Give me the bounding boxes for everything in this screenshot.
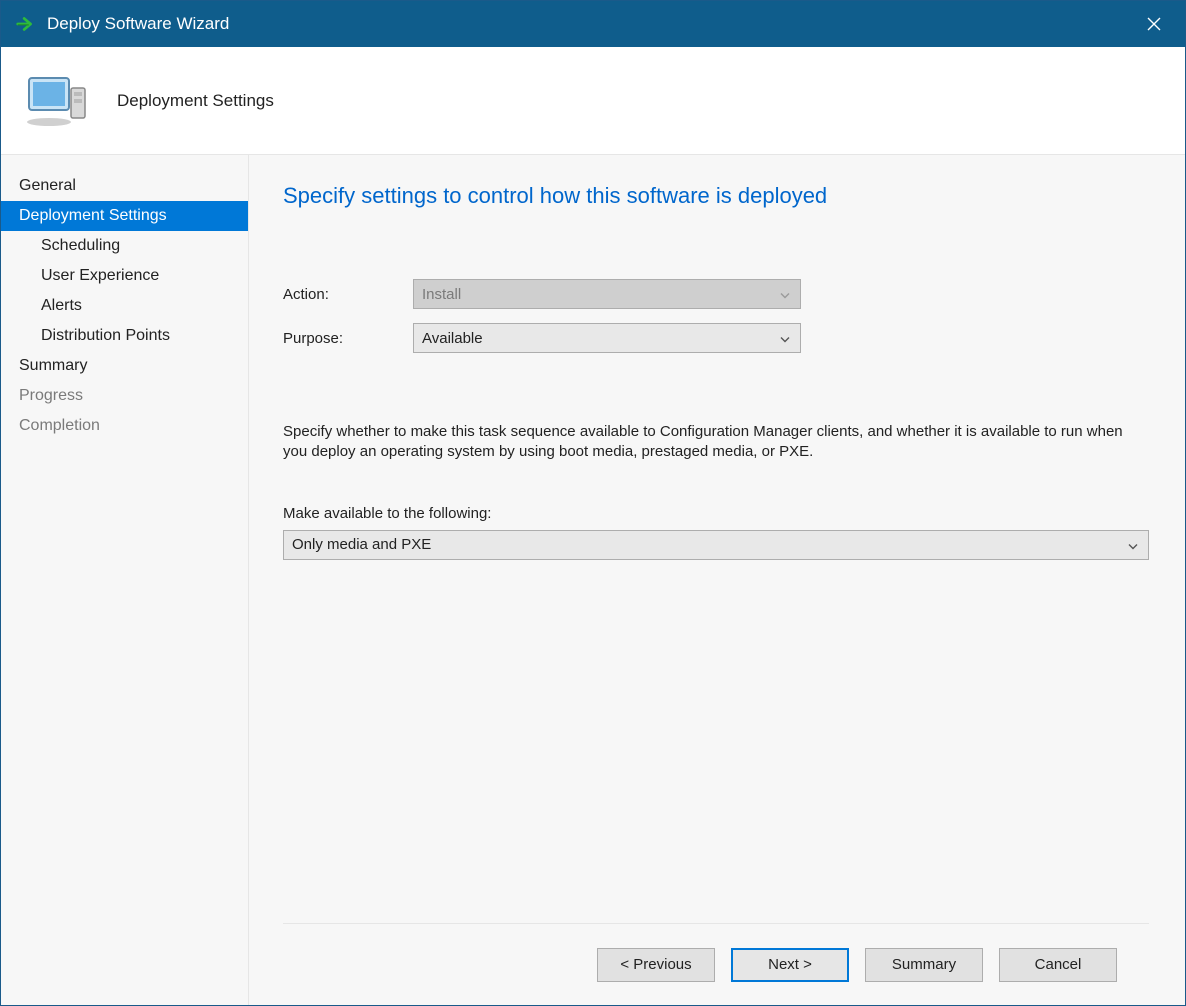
computer-icon — [25, 74, 89, 128]
action-label: Action: — [283, 286, 413, 303]
purpose-row: Purpose: Available — [283, 323, 1149, 353]
summary-button[interactable]: Summary — [865, 948, 983, 982]
nav-deployment-settings[interactable]: Deployment Settings — [1, 201, 248, 231]
nav-completion: Completion — [1, 411, 248, 441]
nav-user-experience[interactable]: User Experience — [1, 261, 248, 291]
nav-distribution-points[interactable]: Distribution Points — [1, 321, 248, 351]
previous-button[interactable]: < Previous — [597, 948, 715, 982]
wizard-sidebar: General Deployment Settings Scheduling U… — [1, 155, 249, 1005]
next-button[interactable]: Next > — [731, 948, 849, 982]
nav-summary[interactable]: Summary — [1, 351, 248, 381]
purpose-value: Available — [422, 330, 483, 347]
button-bar: < Previous Next > Summary Cancel — [283, 923, 1149, 1005]
make-available-label: Make available to the following: — [283, 505, 1149, 522]
main-heading: Specify settings to control how this sof… — [283, 183, 1149, 209]
window-title: Deploy Software Wizard — [47, 14, 1137, 34]
action-select: Install — [413, 279, 801, 309]
arrow-right-icon — [15, 13, 37, 35]
action-value: Install — [422, 286, 461, 303]
nav-general[interactable]: General — [1, 171, 248, 201]
wizard-window: Deploy Software Wizard Deployment Settin… — [0, 0, 1186, 1006]
purpose-label: Purpose: — [283, 330, 413, 347]
close-icon — [1147, 17, 1161, 31]
description-text: Specify whether to make this task sequen… — [283, 422, 1123, 463]
action-row: Action: Install — [283, 279, 1149, 309]
purpose-select[interactable]: Available — [413, 323, 801, 353]
nav-progress: Progress — [1, 381, 248, 411]
chevron-down-icon — [780, 330, 790, 347]
page-title: Deployment Settings — [117, 91, 274, 111]
chevron-down-icon — [780, 286, 790, 303]
make-available-select[interactable]: Only media and PXE — [283, 530, 1149, 560]
main-panel: Specify settings to control how this sof… — [249, 155, 1185, 1005]
nav-alerts[interactable]: Alerts — [1, 291, 248, 321]
page-header: Deployment Settings — [1, 47, 1185, 155]
make-available-value: Only media and PXE — [292, 536, 431, 553]
nav-scheduling[interactable]: Scheduling — [1, 231, 248, 261]
body: General Deployment Settings Scheduling U… — [1, 155, 1185, 1005]
close-button[interactable] — [1137, 7, 1171, 41]
cancel-button[interactable]: Cancel — [999, 948, 1117, 982]
chevron-down-icon — [1128, 536, 1138, 553]
titlebar: Deploy Software Wizard — [1, 1, 1185, 47]
